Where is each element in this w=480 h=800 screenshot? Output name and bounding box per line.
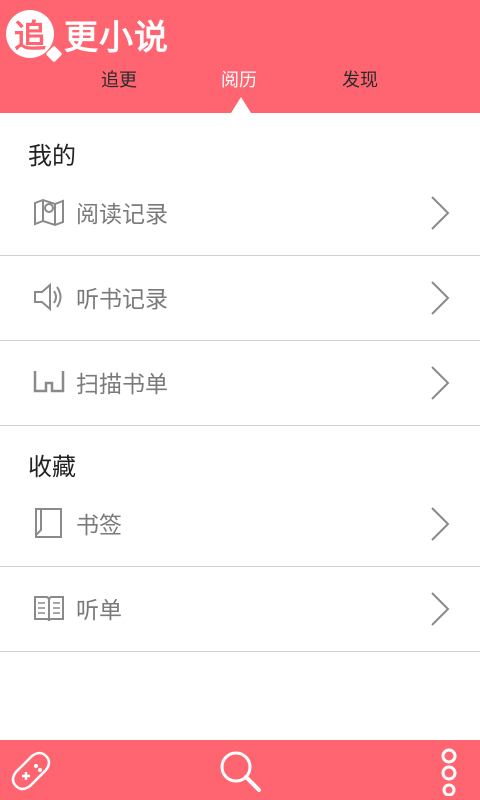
chevron-right-icon: [431, 507, 450, 541]
open-book-icon: [34, 596, 64, 622]
tab-bar: 追更 阅历 发现: [0, 66, 480, 98]
row-label: 书签: [76, 513, 122, 539]
chevron-right-icon: [431, 366, 450, 400]
row-label: 听单: [76, 598, 122, 624]
section-title-favorites: 收藏: [28, 453, 76, 481]
row-label: 听书记录: [76, 287, 168, 313]
gamepad-icon[interactable]: [6, 746, 56, 796]
tab-history[interactable]: 阅历: [221, 66, 257, 92]
more-icon[interactable]: [424, 746, 474, 796]
list-item-scan-booklist[interactable]: 扫描书单: [0, 341, 480, 426]
row-label: 阅读记录: [76, 202, 168, 228]
tab-follow[interactable]: 追更: [101, 66, 137, 92]
active-tab-indicator: [231, 97, 251, 113]
app-logo: 追 更小说: [6, 6, 169, 62]
bottom-toolbar: [0, 740, 480, 800]
list-item-listen-list[interactable]: 听单: [0, 567, 480, 652]
tab-discover[interactable]: 发现: [342, 66, 378, 92]
scan-icon: [33, 371, 65, 393]
logo-badge: 追: [6, 10, 54, 58]
speaker-icon: [34, 282, 62, 312]
header-bar: 追 更小说 追更 阅历 发现: [0, 0, 480, 113]
search-icon[interactable]: [215, 746, 265, 796]
list-item-bookmarks[interactable]: 书签: [0, 482, 480, 567]
section-title-mine: 我的: [28, 142, 76, 170]
list-item-reading-history[interactable]: 阅读记录: [0, 171, 480, 256]
chevron-right-icon: [431, 592, 450, 626]
list-item-listening-history[interactable]: 听书记录: [0, 256, 480, 341]
logo-text: 更小说: [64, 17, 169, 58]
row-label: 扫描书单: [76, 372, 168, 398]
chevron-right-icon: [431, 196, 450, 230]
chevron-right-icon: [431, 281, 450, 315]
bookmark-icon: [35, 508, 62, 538]
map-icon: [34, 198, 64, 227]
